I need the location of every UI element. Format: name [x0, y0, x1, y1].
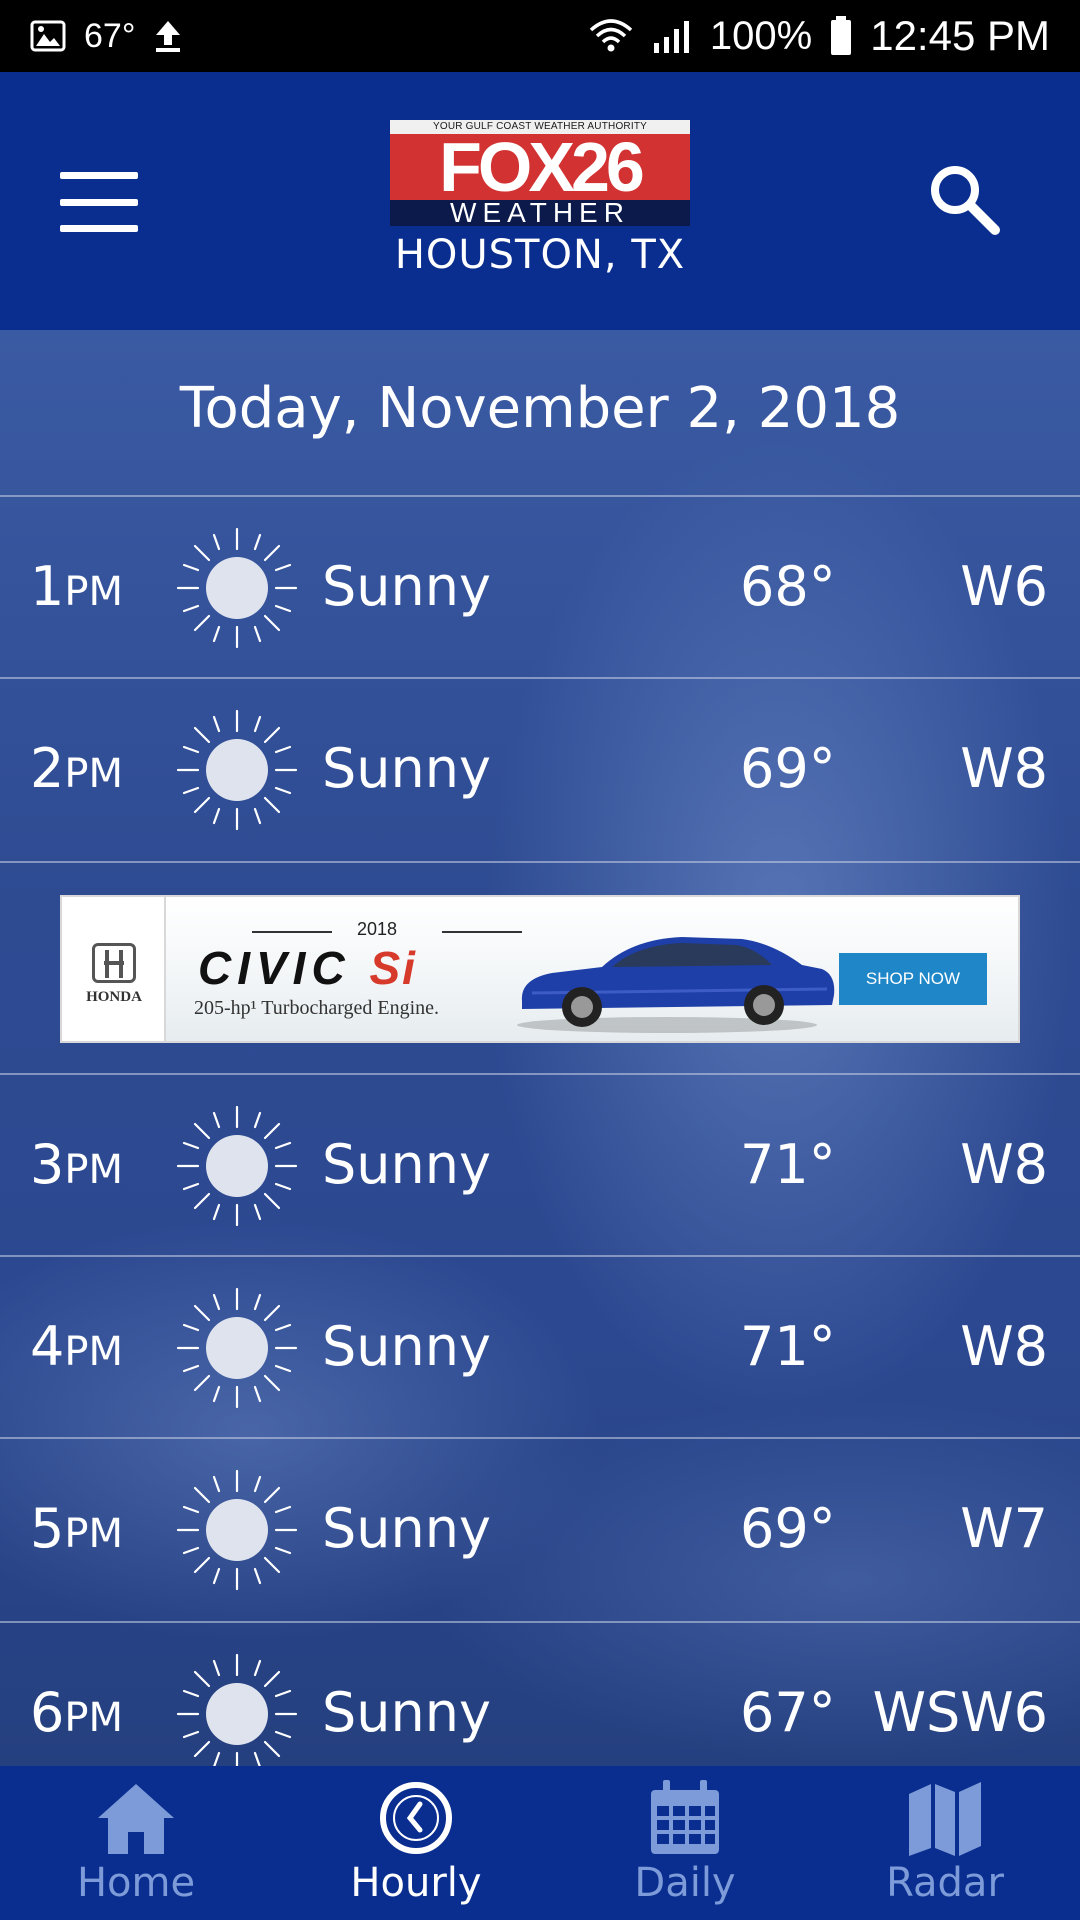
condition-label: Sunny — [322, 737, 491, 800]
search-icon — [931, 166, 1000, 235]
wind-value: W6 — [960, 555, 1048, 618]
sun-icon — [176, 1287, 298, 1409]
hour-row: 2PM Sunny 69° W8 — [0, 679, 1080, 859]
hour-ampm: PM — [64, 569, 123, 615]
condition-label: Sunny — [322, 1497, 491, 1560]
wind-value: WSW6 — [872, 1681, 1048, 1744]
clock-time: 12:45 PM — [870, 12, 1050, 59]
ad-banner[interactable]: HONDA 2018 CIVIC Si 205-hp¹ Turbocharged… — [60, 895, 1020, 1043]
app-header: YOUR GULF COAST WEATHER AUTHORITY FOX26 … — [0, 72, 1080, 330]
temperature-value: 69° — [740, 737, 836, 800]
condition-label: Sunny — [322, 555, 491, 618]
nav-daily[interactable]: Daily — [560, 1766, 810, 1920]
hour-label: 1PM — [30, 497, 123, 677]
search-button[interactable] — [925, 160, 1005, 240]
sun-icon — [176, 527, 298, 649]
sun-icon — [176, 1653, 298, 1766]
hour-label: 4PM — [30, 1257, 123, 1437]
status-right: 100% 12:45 PM — [588, 12, 1050, 60]
ad-title-accent: Si — [369, 942, 417, 994]
hour-label: 6PM — [30, 1623, 123, 1766]
home-icon — [98, 1784, 174, 1854]
battery-icon — [831, 16, 852, 55]
temperature-value: 68° — [740, 555, 836, 618]
battery-percent: 100% — [709, 13, 813, 58]
hamburger-line — [60, 225, 138, 232]
status-bar: 67° 100% 12:45 PM — [0, 0, 1080, 72]
status-temperature: 67° — [84, 16, 136, 55]
hour-row: 6PM Sunny 67° WSW6 — [0, 1623, 1080, 1766]
nav-radar[interactable]: Radar — [810, 1766, 1080, 1920]
hour-ampm: PM — [64, 1147, 123, 1193]
nav-home-label: Home — [76, 1860, 196, 1906]
status-left: 67° — [30, 17, 183, 56]
ad-tagline: 205-hp¹ Turbocharged Engine. — [194, 997, 440, 1019]
date-heading: Today, November 2, 2018 — [179, 376, 901, 441]
hour-label: 5PM — [30, 1439, 123, 1619]
hour-ampm: PM — [64, 1329, 123, 1375]
signal-icon — [653, 21, 689, 53]
hour-row: 4PM Sunny 71° W8 — [0, 1257, 1080, 1437]
nav-radar-label: Radar — [886, 1860, 1004, 1906]
nav-daily-label: Daily — [634, 1860, 736, 1906]
wifi-icon — [589, 19, 633, 52]
clock-icon — [380, 1782, 452, 1854]
temperature-value: 67° — [740, 1681, 836, 1744]
hour-number: 2 — [30, 737, 65, 800]
sun-icon — [176, 1105, 298, 1227]
ad-year: 2018 — [356, 919, 398, 939]
hourly-forecast-panel[interactable]: Today, November 2, 2018 1PM Sunny 68° W6… — [0, 330, 1080, 1766]
hour-row: 3PM Sunny 71° W8 — [0, 1075, 1080, 1255]
hour-label: 3PM — [30, 1075, 123, 1255]
hour-ampm: PM — [64, 751, 123, 797]
wind-value: W8 — [960, 1315, 1048, 1378]
hamburger-line — [60, 198, 138, 206]
hour-label: 2PM — [30, 679, 123, 859]
sun-icon — [176, 709, 298, 831]
condition-label: Sunny — [322, 1315, 491, 1378]
ad-brand-name: HONDA — [86, 989, 142, 1005]
hamburger-menu-icon — [60, 172, 138, 179]
divider — [0, 861, 1080, 863]
ad-title: CIVIC Si — [198, 941, 417, 995]
hour-row: 1PM Sunny 68° W6 — [0, 497, 1080, 677]
hour-number: 4 — [30, 1315, 65, 1378]
hour-number: 6 — [30, 1681, 65, 1744]
hour-number: 5 — [30, 1497, 65, 1560]
hour-row: 5PM Sunny 69° W7 — [0, 1439, 1080, 1619]
shop-now-button[interactable]: SHOP NOW — [839, 953, 987, 1005]
hour-number: 3 — [30, 1133, 65, 1196]
honda-logo-bar — [104, 961, 124, 965]
sun-icon — [176, 1469, 298, 1591]
bottom-nav: Home Hourly Daily Radar — [0, 1766, 1080, 1920]
menu-button[interactable] — [60, 172, 140, 232]
hour-number: 1 — [30, 555, 65, 618]
hour-ampm: PM — [64, 1695, 123, 1741]
temperature-value: 71° — [740, 1133, 836, 1196]
map-icon — [909, 1782, 981, 1856]
nav-hourly[interactable]: Hourly — [272, 1766, 560, 1920]
ad-brand-logo: HONDA — [62, 897, 166, 1041]
wind-value: W8 — [960, 1133, 1048, 1196]
temperature-value: 71° — [740, 1315, 836, 1378]
image-icon — [30, 20, 66, 52]
temperature-value: 69° — [740, 1497, 836, 1560]
upload-icon — [156, 21, 181, 52]
car-image — [517, 937, 835, 1033]
logo-sub: WEATHER — [390, 199, 690, 227]
logo-main: FOX26 — [390, 132, 690, 202]
ad-title-main: CIVIC — [198, 942, 351, 994]
calendar-icon — [651, 1780, 719, 1854]
hour-ampm: PM — [64, 1511, 123, 1557]
fox26-weather-logo: YOUR GULF COAST WEATHER AUTHORITY FOX26 … — [390, 120, 690, 227]
nav-hourly-label: Hourly — [350, 1860, 482, 1906]
wind-value: W7 — [960, 1497, 1048, 1560]
condition-label: Sunny — [322, 1681, 491, 1744]
wind-value: W8 — [960, 737, 1048, 800]
location-label: HOUSTON, TX — [394, 232, 686, 278]
condition-label: Sunny — [322, 1133, 491, 1196]
nav-home[interactable]: Home — [0, 1766, 272, 1920]
